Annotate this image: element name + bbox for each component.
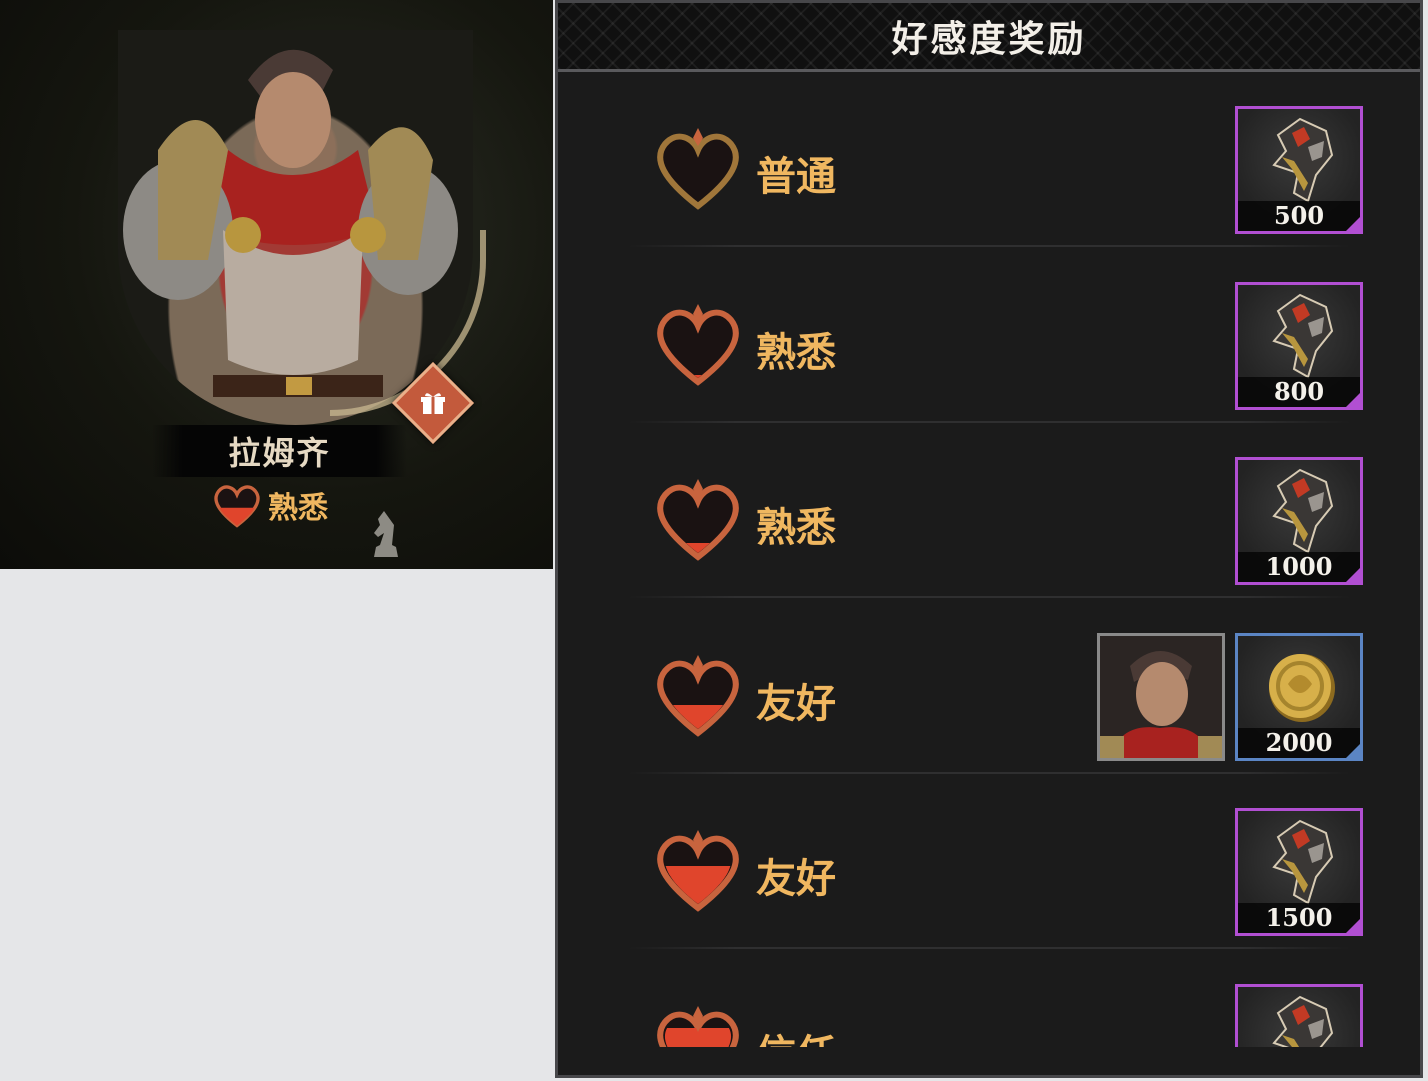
- armor-fragment-icon: [1272, 468, 1334, 554]
- reward-quantity: 2000: [1238, 727, 1360, 758]
- reward-quantity: 500: [1238, 201, 1360, 231]
- rarity-corner: [1346, 568, 1360, 582]
- reward-item[interactable]: 1000: [1235, 457, 1363, 585]
- affinity-tier-label: 普通: [756, 153, 836, 200]
- heart-icon: [657, 128, 739, 210]
- chess-knight-icon: [374, 511, 398, 557]
- armor-fragment-icon: [1272, 293, 1334, 378]
- reward-row: 熟悉 800: [558, 248, 1420, 423]
- character-name: 拉姆齐: [228, 434, 331, 472]
- reward-quantity: 800: [1238, 376, 1360, 407]
- heart-icon: [214, 485, 260, 528]
- character-card[interactable]: 拉姆齐 熟悉: [0, 0, 553, 569]
- affinity-reward-panel: 好感度奖励 普通 500 熟悉 800 熟悉 1000 友好 2000 友好 1500 信任: [555, 0, 1423, 1078]
- panel-header: 好感度奖励: [558, 3, 1420, 72]
- affinity-level: 熟悉: [268, 491, 328, 526]
- reward-item[interactable]: 2000: [1235, 632, 1363, 761]
- reward-quantity: 1000: [1238, 552, 1360, 582]
- reward-item[interactable]: 1500: [1235, 808, 1363, 936]
- character-affinity: 熟悉: [210, 480, 328, 530]
- panel-title: 好感度奖励: [891, 18, 1087, 60]
- heart-icon: [657, 303, 739, 386]
- armor-fragment-icon: [1272, 117, 1334, 203]
- affinity-tier-label: 熟悉: [756, 504, 836, 551]
- heart-icon: [657, 830, 739, 912]
- armor-fragment-icon: [1272, 995, 1334, 1047]
- reward-row: 熟悉 1000: [558, 423, 1420, 598]
- reward-row: 友好 1500: [558, 774, 1420, 949]
- gift-icon: [407, 377, 459, 429]
- character-name-banner: 拉姆齐: [152, 425, 407, 477]
- rarity-corner: [1346, 392, 1360, 407]
- affinity-tier-label: 熟悉: [756, 328, 836, 376]
- reward-item[interactable]: [1235, 983, 1363, 1047]
- rarity-corner: [1346, 217, 1360, 231]
- rarity-corner: [1346, 919, 1360, 933]
- affinity-tier-label: 信任: [756, 1022, 836, 1048]
- armor-fragment-icon: [1272, 819, 1334, 905]
- affinity-tier-label: 友好: [756, 855, 836, 902]
- heart-icon: [657, 479, 739, 561]
- gold-coin-icon: [1269, 653, 1335, 722]
- reward-row: 信任: [558, 950, 1420, 1048]
- character-portrait-icon: [1100, 635, 1222, 758]
- reward-row: 友好 2000: [558, 599, 1420, 774]
- affinity-tier-label: 友好: [756, 679, 836, 727]
- reward-item[interactable]: [1097, 632, 1225, 761]
- reward-item[interactable]: 800: [1235, 281, 1363, 410]
- heart-icon: [657, 654, 739, 737]
- rarity-corner: [1346, 743, 1360, 758]
- reward-row: 普通 500: [558, 72, 1420, 247]
- reward-list[interactable]: 普通 500 熟悉 800 熟悉 1000 友好 2000 友好 1500 信任: [558, 72, 1420, 1047]
- heart-icon: [657, 1005, 739, 1047]
- reward-quantity: 1500: [1238, 903, 1360, 933]
- reward-item[interactable]: 500: [1235, 106, 1363, 234]
